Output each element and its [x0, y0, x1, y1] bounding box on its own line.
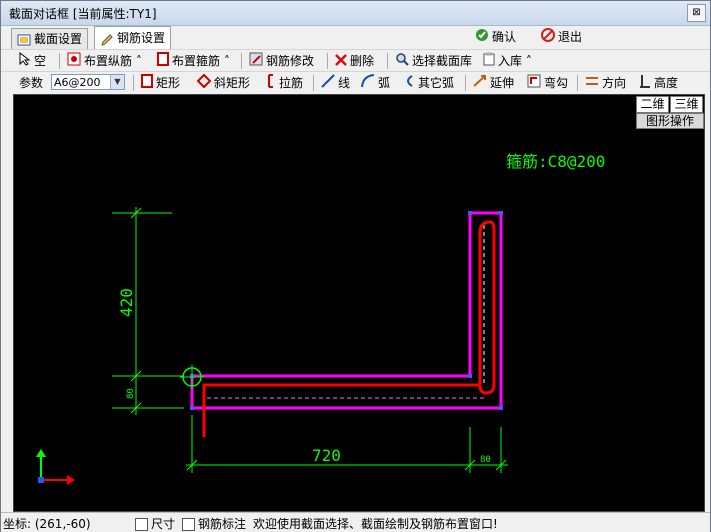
chevron-up-icon: ˄ [220, 54, 230, 68]
separator [327, 53, 328, 69]
chevron-up-icon: ˄ [132, 54, 142, 68]
section-drawing: 箍筋:C8@200 420 80 720 80 [36, 152, 605, 485]
import-library-button[interactable]: 入库 ˄ [483, 51, 532, 71]
x-axis-arrowhead [67, 475, 75, 485]
cursor-icon [19, 51, 31, 72]
section-vertices [190, 211, 503, 410]
view-3d-button[interactable]: 三维 [670, 96, 703, 113]
magnifier-icon [395, 52, 409, 72]
section-outline [190, 211, 503, 410]
height-icon [639, 74, 651, 94]
line-icon [321, 73, 335, 94]
status-message: 欢迎使用截面选择、截面绘制及钢筋布置窗口! [253, 517, 498, 531]
longitudinal-rebar-icon [67, 52, 81, 72]
dim-80-left-label: 80 [126, 388, 136, 399]
tie-tool-button[interactable]: 拉筋 [266, 73, 303, 93]
line-tool-button[interactable]: 线 [321, 73, 350, 93]
slant-rect-tool-button[interactable]: 斜矩形 [196, 73, 250, 94]
coordinate-readout: 坐标: (261,-60) [3, 517, 91, 531]
place-longitudinal-button[interactable]: 布置纵筋 ˄ [67, 51, 142, 71]
edit-grid-icon [249, 52, 263, 72]
arc-icon [361, 73, 375, 94]
confirm-button[interactable]: 确认 [471, 27, 520, 47]
tab-section-settings[interactable]: 截面设置 [11, 28, 89, 49]
other-arc-tool-button[interactable]: 其它弧 [403, 73, 454, 93]
place-stirrup-button[interactable]: 布置箍筋 ˄ [157, 51, 230, 71]
separator [59, 53, 60, 69]
y-axis-arrowhead [36, 449, 46, 457]
checkbox-icon[interactable] [182, 518, 195, 531]
exit-button[interactable]: 退出 [537, 27, 586, 47]
param-label: 参数 [19, 76, 44, 90]
view-2d-button[interactable]: 二维 [636, 96, 669, 113]
arc-tool-button[interactable]: 弧 [361, 73, 390, 93]
direction-tool-button[interactable]: 方向 [585, 73, 626, 93]
dialog-window: 截面对话框 [当前属性:TY1] ⊠ 截面设置 钢筋设置 确认 退出 空 布置纵… [0, 0, 711, 532]
close-button[interactable]: ⊠ [687, 4, 706, 22]
rect-tool-button[interactable]: 矩形 [141, 73, 180, 93]
height-tool-button[interactable]: 高度 [639, 73, 678, 93]
section-icon [17, 33, 31, 47]
stirrup-annotation: 箍筋:C8@200 [506, 152, 605, 171]
rectangle-icon [141, 73, 153, 94]
axis-origin [38, 477, 44, 483]
checkbox-icon[interactable] [135, 518, 148, 531]
chevron-up-icon: ˄ [522, 54, 532, 68]
empty-tool-button[interactable]: 空 [19, 51, 46, 71]
separator [313, 75, 314, 91]
separator [387, 53, 388, 69]
delete-button[interactable]: 删除 [335, 51, 374, 71]
separator [577, 75, 578, 91]
graphic-ops-button[interactable]: 图形操作 [636, 113, 704, 129]
dim-horizontal [186, 415, 508, 473]
dim-80-right-label: 80 [480, 455, 491, 465]
window-title: 截面对话框 [当前属性:TY1] [9, 7, 157, 21]
tab-bar: 截面设置 钢筋设置 [1, 26, 710, 50]
status-bar: 坐标: (261,-60) 尺寸 钢筋标注 欢迎使用截面选择、截面绘制及钢筋布置… [1, 512, 710, 532]
dropdown-arrow-icon[interactable]: ▼ [110, 75, 124, 89]
select-library-button[interactable]: 选择截面库 [395, 51, 472, 71]
check-icon [475, 28, 489, 48]
rebar-annotation-checkbox[interactable]: 钢筋标注 [182, 515, 246, 532]
origin-crosshair [180, 365, 204, 389]
no-entry-icon [541, 27, 555, 48]
rebar-modify-button[interactable]: 钢筋修改 [249, 51, 314, 71]
toolbar-row-2: 参数 A6@200 ▼ 矩形 斜矩形 拉筋 线 弧 其它弧 延伸 弯勾 方向 高… [1, 71, 710, 94]
toolbar-row-1: 空 布置纵筋 ˄ 布置箍筋 ˄ 钢筋修改 删除 选择截面库 入库 ˄ [1, 49, 710, 72]
separator [133, 75, 134, 91]
tab-label: 钢筋设置 [117, 31, 166, 45]
dim-420-label: 420 [117, 288, 136, 317]
dim-720-label: 720 [312, 446, 341, 465]
param-select[interactable]: A6@200 ▼ [51, 74, 125, 90]
extend-tool-button[interactable]: 延伸 [473, 73, 514, 93]
separator [465, 75, 466, 91]
hook-tool-button[interactable]: 弯勾 [527, 73, 568, 93]
rebar-path [202, 220, 496, 437]
separator [241, 53, 242, 69]
hook-icon [527, 74, 541, 94]
pencil-icon [100, 32, 114, 46]
extend-icon [473, 74, 487, 94]
clipboard-icon [483, 52, 495, 72]
direction-icon [585, 74, 599, 94]
size-checkbox[interactable]: 尺寸 [135, 515, 175, 532]
tie-icon [266, 73, 276, 94]
delete-x-icon [335, 52, 347, 72]
drawing-canvas[interactable]: 箍筋:C8@200 420 80 720 80 二维 三维 图形操作 [13, 94, 705, 512]
title-bar: 截面对话框 [当前属性:TY1] ⊠ [1, 1, 710, 26]
diamond-icon [196, 73, 212, 94]
tab-label: 截面设置 [34, 32, 83, 46]
stirrup-icon [157, 51, 169, 72]
tab-rebar-settings[interactable]: 钢筋设置 [94, 26, 172, 50]
other-arc-icon [403, 74, 415, 94]
